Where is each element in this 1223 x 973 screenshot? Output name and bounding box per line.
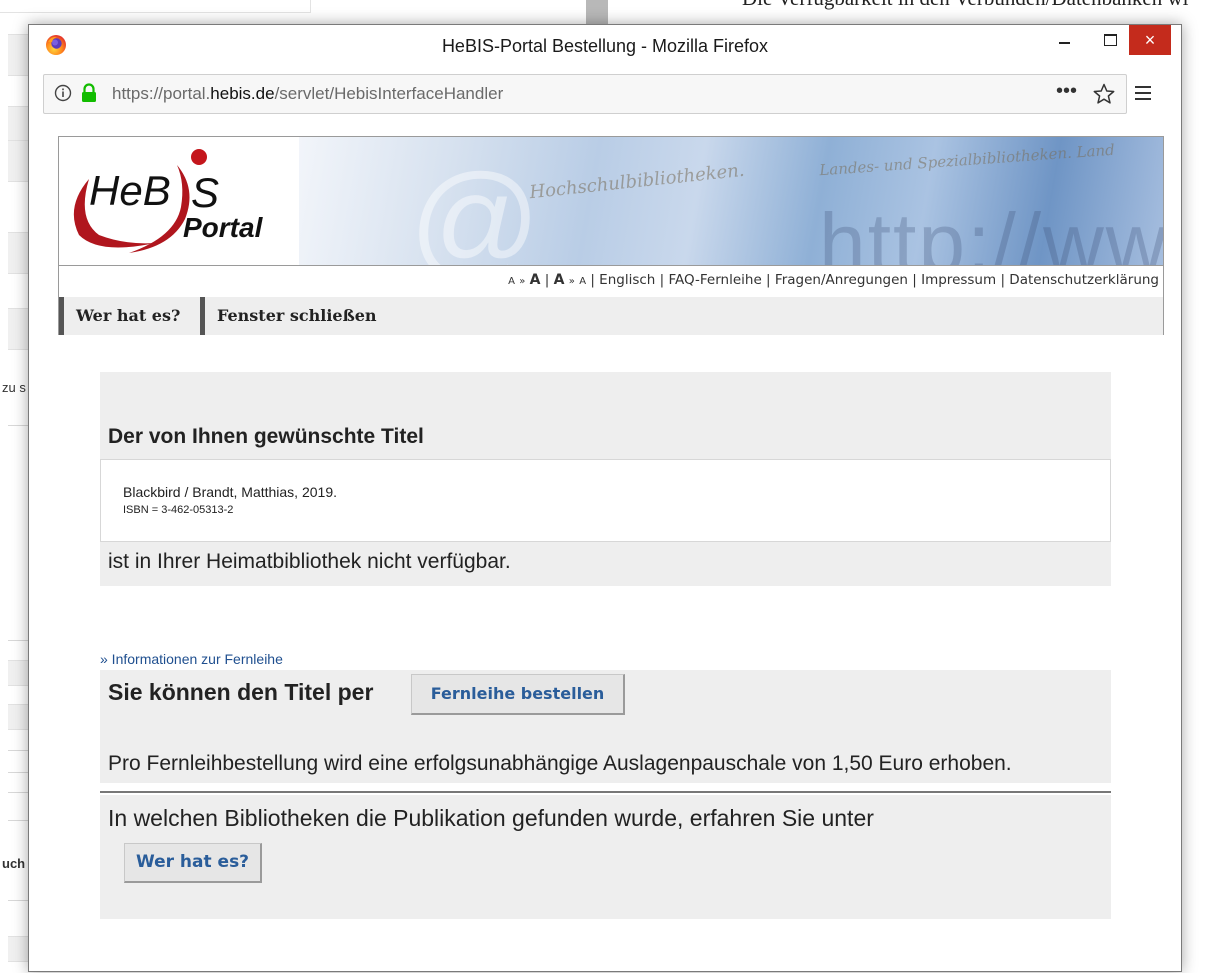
hebis-logo[interactable]: HeB S Portal (59, 137, 299, 265)
background-heading-text: Die Verfügbarkeit in den Verbunden/Daten… (742, 0, 1189, 11)
order-panel: Sie können den Titel per Fernleihe beste… (100, 670, 1111, 783)
minimize-icon (1058, 42, 1070, 44)
background-scrollbar (586, 0, 608, 24)
order-text: Sie können den Titel per (108, 679, 374, 705)
font-size-arrow: » (519, 276, 526, 287)
url-text[interactable]: https://portal.hebis.de/servlet/HebisInt… (112, 84, 503, 104)
banner-script-text: Landes- und Spezialbibliotheken. Land (818, 140, 1116, 180)
close-icon: × (1144, 29, 1156, 50)
background-fragment: uch (2, 856, 26, 871)
background-input-edge (0, 0, 311, 13)
link-englisch[interactable]: Englisch (599, 272, 655, 288)
font-size-arrow-2: » (568, 276, 575, 287)
wer-hat-es-button[interactable]: Wer hat es? (124, 843, 262, 883)
font-size-big-a[interactable]: A (530, 272, 541, 288)
maximize-button[interactable] (1087, 25, 1133, 55)
section-divider (100, 791, 1111, 793)
firefox-window: HeBIS-Portal Bestellung - Mozilla Firefo… (28, 24, 1182, 972)
address-bar[interactable]: https://portal.hebis.de/servlet/HebisInt… (43, 74, 1127, 114)
page-actions-icon[interactable]: ••• (1056, 80, 1077, 103)
hamburger-menu-icon[interactable] (1133, 83, 1153, 103)
minimize-button[interactable] (1041, 25, 1087, 55)
logo-heb: HeB (89, 167, 171, 214)
url-path: /servlet/HebisInterfaceHandler (274, 84, 504, 103)
hebis-logo-graphic: HeB S Portal (73, 149, 264, 253)
bookmark-star-icon[interactable] (1092, 82, 1116, 106)
nav-bar: Wer hat es? Fenster schließen (59, 297, 1164, 335)
background-fragment: zu s (2, 380, 26, 395)
banner-url-decoration: http://www (819, 196, 1163, 265)
info-fernleihe-link[interactable]: » Informationen zur Fernleihe (100, 651, 283, 667)
window-title: HeBIS-Portal Bestellung - Mozilla Firefo… (441, 36, 769, 56)
header-links: A » A | A » A | Englisch | FAQ-Fernleihe… (59, 265, 1163, 296)
link-fragen-anregungen[interactable]: Fragen/Anregungen (775, 272, 908, 288)
fernleihe-bestellen-button[interactable]: Fernleihe bestellen (411, 674, 625, 715)
link-datenschutzerklaerung[interactable]: Datenschutzerklärung (1009, 272, 1159, 288)
record-title: Blackbird / Brandt, Matthias, 2019. (123, 484, 337, 500)
nav-wer-hat-es[interactable]: Wer hat es? (59, 297, 196, 335)
hebis-header: HeB S Portal @ Hochschulbibliotheken. La… (58, 136, 1164, 335)
window-titlebar[interactable]: HeBIS-Portal Bestellung - Mozilla Firefo… (29, 25, 1181, 65)
maximize-icon (1103, 34, 1117, 46)
banner-at-decoration: @ (409, 147, 541, 265)
logo-portal: Portal (183, 212, 264, 243)
link-impressum[interactable]: Impressum (921, 272, 996, 288)
record-box: Blackbird / Brandt, Matthias, 2019. ISBN… (100, 459, 1111, 542)
nav-fenster-schliessen[interactable]: Fenster schließen (200, 297, 407, 335)
font-size-small-a-2[interactable]: A (579, 276, 586, 287)
fee-text: Pro Fernleihbestellung wird eine erfolgs… (108, 752, 1012, 775)
logo-s: S (191, 169, 219, 216)
font-size-small-a[interactable]: A (508, 276, 515, 287)
title-panel: Der von Ihnen gewünschte Titel Blackbird… (100, 372, 1111, 586)
availability-text: ist in Ihrer Heimatbibliothek nicht verf… (108, 550, 511, 573)
url-prefix: https://portal. (112, 84, 211, 103)
where-text: In welchen Bibliotheken die Publikation … (108, 805, 874, 831)
info-icon[interactable] (54, 84, 72, 102)
title-heading: Der von Ihnen gewünschte Titel (108, 425, 424, 448)
link-faq-fernleihe[interactable]: FAQ-Fernleihe (668, 272, 761, 288)
banner-script-text: Hochschulbibliotheken. (528, 159, 746, 204)
where-panel: In welchen Bibliotheken die Publikation … (100, 795, 1111, 919)
close-button[interactable]: × (1129, 25, 1171, 55)
record-isbn: ISBN = 3-462-05313-2 (123, 504, 234, 516)
font-size-big-a-2[interactable]: A (554, 272, 565, 288)
url-domain: hebis.de (210, 84, 275, 103)
lock-icon[interactable] (80, 83, 98, 103)
header-banner: @ Hochschulbibliotheken. Landes- und Spe… (299, 137, 1163, 265)
page-content: HeB S Portal @ Hochschulbibliotheken. La… (47, 123, 1167, 969)
header-links-text: A » A | A » A | Englisch | FAQ-Fernleihe… (508, 272, 1159, 288)
